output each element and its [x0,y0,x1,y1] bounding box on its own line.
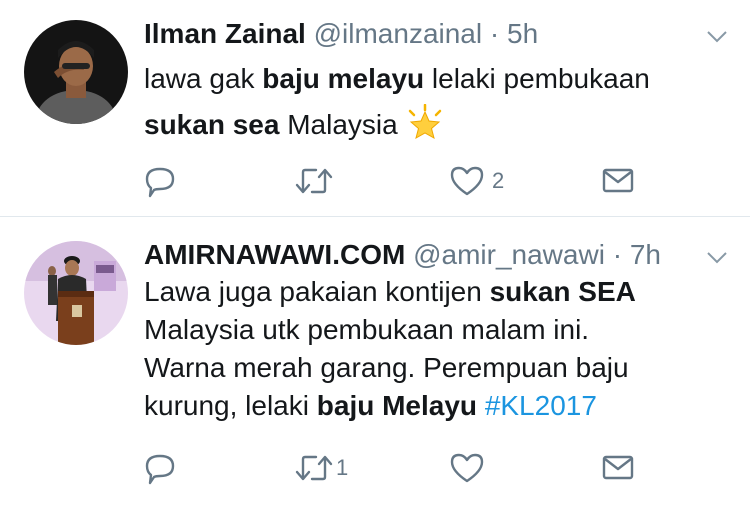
avatar[interactable] [24,20,128,124]
reply-button[interactable] [144,163,184,199]
reply-icon [145,167,175,198]
separator-dot: · [489,18,500,49]
retweet-icon [295,455,333,481]
like-button[interactable]: 2 [450,163,504,199]
handle[interactable]: @ilmanzainal [314,18,483,49]
chevron-down-icon[interactable] [706,30,728,44]
bold-text: sukan SEA [489,276,636,307]
chevron-down-icon[interactable] [706,251,728,265]
reply-icon [145,454,175,485]
direct-message-icon [602,455,634,480]
bold-text: baju melayu [262,63,425,94]
tweet-header: Ilman Zainal @ilmanzainal · 5h [144,17,538,51]
like-count: 2 [492,168,505,193]
bold-text: baju Melayu [316,390,478,421]
hashtag-link[interactable]: #KL2017 [485,390,597,421]
text-segment: Malaysia [279,109,406,140]
avatar[interactable] [24,241,128,345]
display-name[interactable]: AMIRNAWAWI.COM [144,239,405,270]
tweet-header: AMIRNAWAWI.COM @amir_nawawi · 7h [144,238,661,272]
like-icon [450,166,484,196]
like-icon [450,453,484,483]
timestamp[interactable]: 7h [630,239,661,270]
glowing-star-emoji [409,103,442,140]
tweet-ilmanzainal[interactable]: Ilman Zainal @ilmanzainal · 5h lawa gak … [0,0,750,216]
text-line: Warna merah garang. Perempuan baju [144,352,629,383]
timestamp[interactable]: 5h [507,18,538,49]
bold-text: sukan sea [144,109,280,140]
tweet-text: Lawa juga pakaian kontijen sukan SEA Mal… [144,273,636,425]
reply-button[interactable] [144,450,184,486]
retweet-icon [295,168,333,194]
text-segment: lelaki pembukaan [424,63,650,94]
retweet-button[interactable]: 1 [294,450,348,486]
tweet-amir-nawawi[interactable]: AMIRNAWAWI.COM @amir_nawawi · 7h Lawa ju… [0,216,750,506]
like-button[interactable] [450,450,492,486]
tweet-actions: 1 [144,450,644,486]
separator-dot: · [612,239,623,270]
retweet-count: 1 [336,455,349,480]
handle[interactable]: @amir_nawawi [413,239,605,270]
tweet-text: lawa gak baju melayu lelaki pembukaan su… [144,56,650,148]
retweet-button[interactable] [294,163,342,199]
text-segment: kurung, lelaki [144,390,317,421]
text-line: Malaysia utk pembukaan malam ini. [144,314,590,345]
display-name[interactable]: Ilman Zainal [144,18,306,49]
text-segment: lawa gak [144,63,263,94]
direct-message-button[interactable] [602,163,634,199]
direct-message-button[interactable] [602,450,634,486]
direct-message-icon [602,168,634,193]
text-segment: Lawa juga pakaian kontijen [144,276,490,307]
text-segment [477,390,485,421]
tweet-actions: 2 [144,163,644,199]
